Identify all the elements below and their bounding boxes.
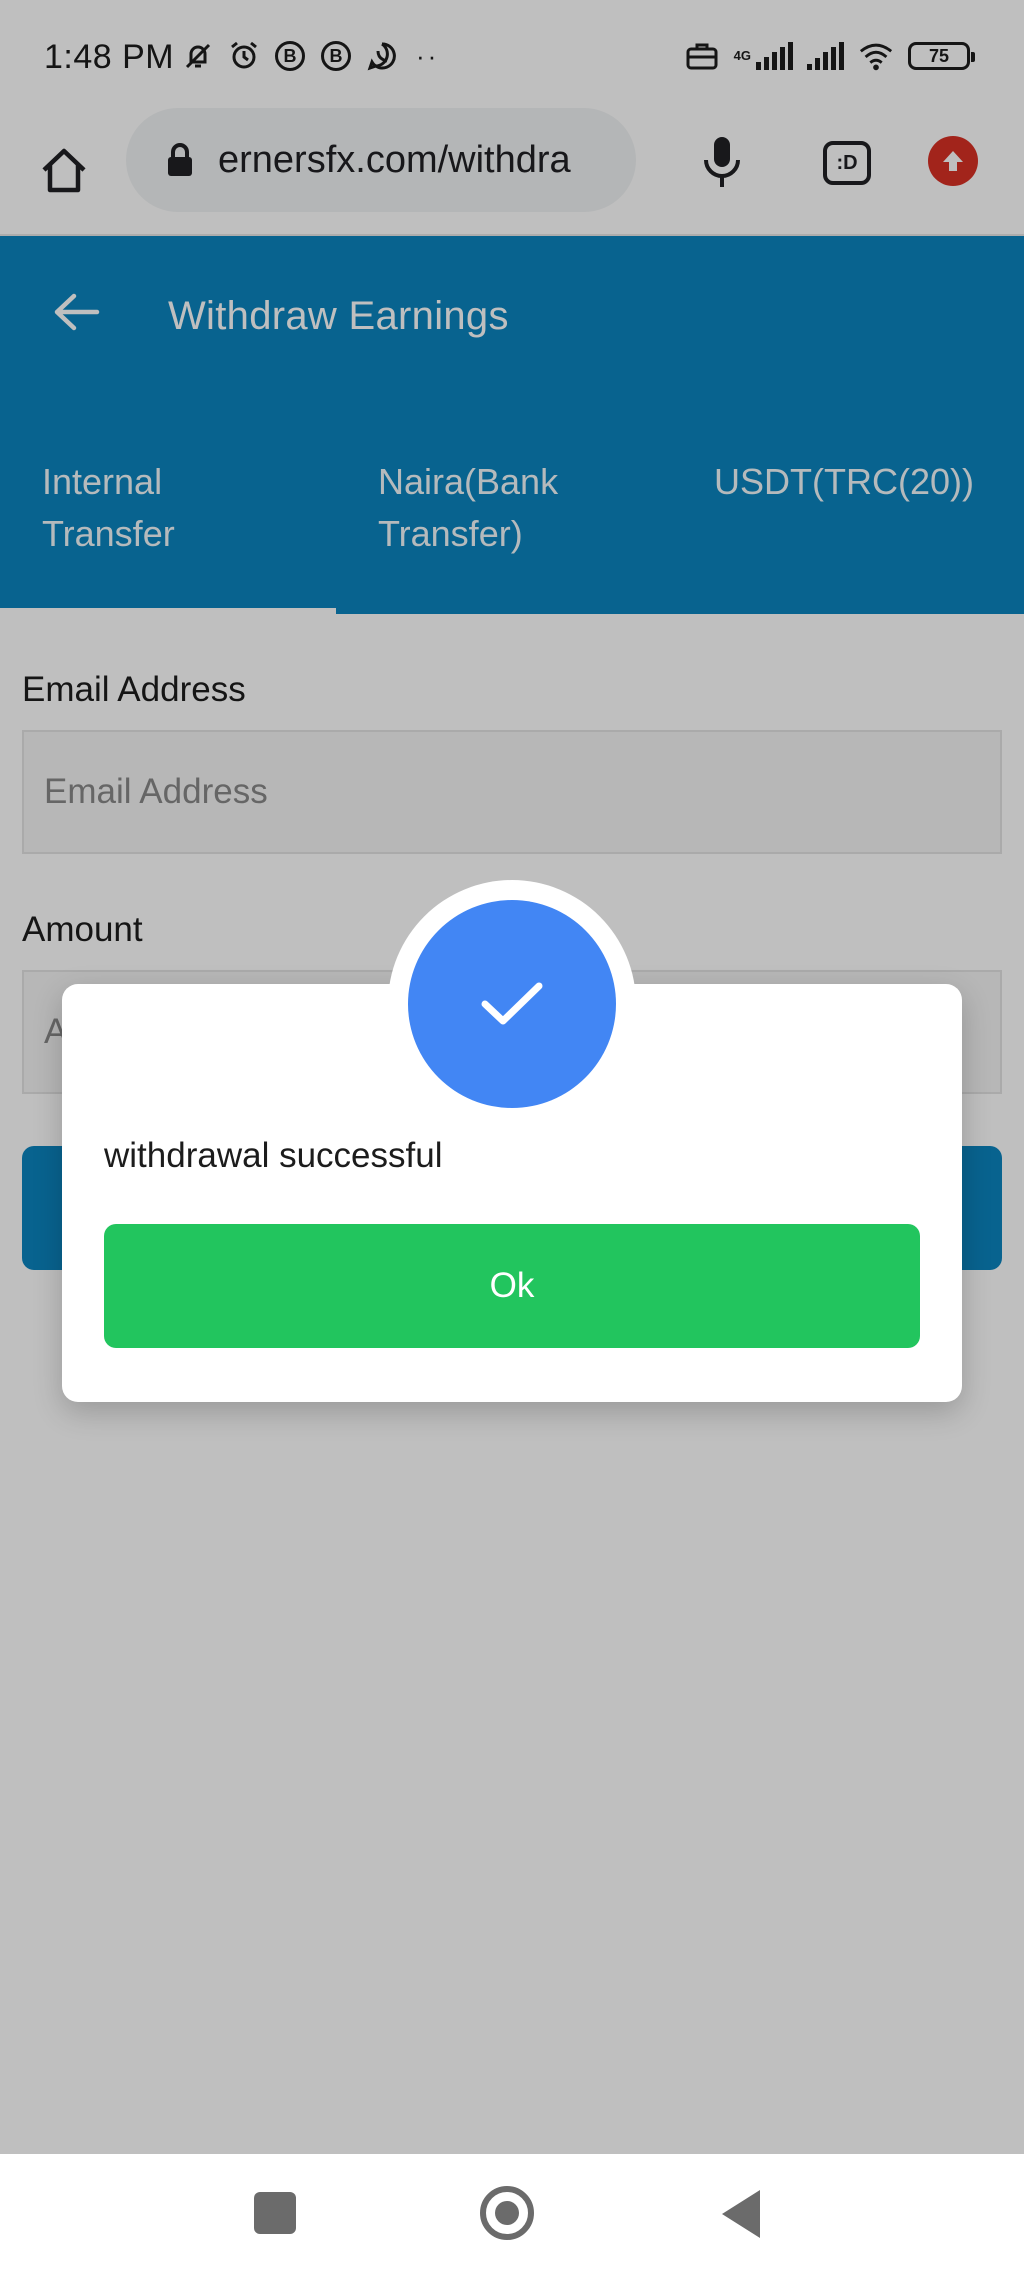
success-badge: [408, 900, 616, 1108]
ok-button-label: Ok: [489, 1266, 535, 1305]
recent-apps-button[interactable]: [254, 2192, 296, 2234]
home-nav-button[interactable]: [480, 2186, 534, 2240]
dialog-message: withdrawal successful: [104, 1136, 443, 1175]
check-icon: [481, 982, 543, 1025]
system-nav-bar: [0, 2154, 1024, 2275]
ok-button[interactable]: Ok: [104, 1224, 920, 1348]
home-dot-icon: [495, 2201, 519, 2225]
back-nav-button[interactable]: [722, 2190, 760, 2238]
